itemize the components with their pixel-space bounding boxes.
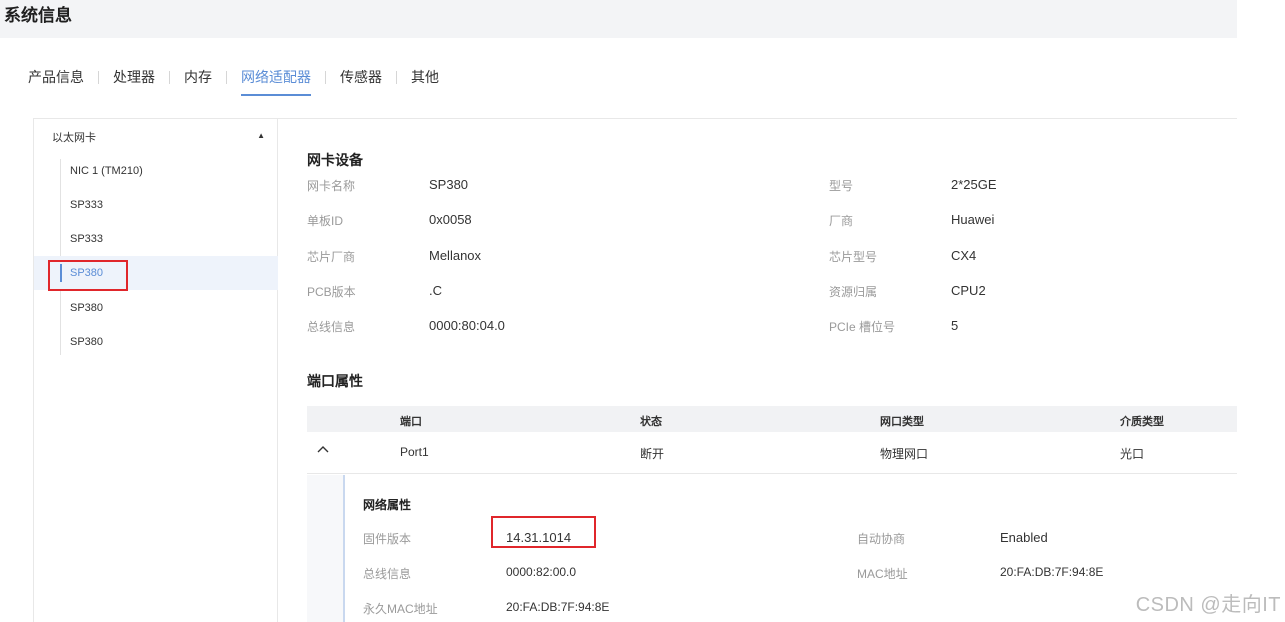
- field-value: 5: [951, 318, 959, 333]
- tab-processor[interactable]: 处理器: [113, 68, 155, 96]
- tree-item-sp333-2[interactable]: SP333: [34, 222, 278, 256]
- watermark: CSDN @走向IT: [1135, 594, 1281, 616]
- field-value: 2*25GE: [951, 177, 997, 192]
- column-header-status: 状态: [640, 416, 662, 428]
- tab-divider: [325, 71, 326, 84]
- highlight-box-selected-item: [48, 260, 128, 291]
- field-label: PCIe 槽位号: [829, 320, 896, 334]
- port-table-header: 端口 状态 网口类型 介质类型: [307, 406, 1237, 432]
- nic-tree-panel: 以太网卡 ▲ NIC 1 (TM210) SP333 SP333 SP380 S…: [33, 118, 278, 622]
- field-label: 厂商: [829, 214, 854, 228]
- port-detail-panel: [307, 475, 1237, 622]
- field-value: SP380: [429, 177, 469, 192]
- cell-port: Port1: [400, 445, 429, 459]
- field-label: 自动协商: [857, 532, 906, 546]
- field-label: 芯片厂商: [307, 250, 356, 264]
- field-label: 型号: [829, 179, 854, 193]
- field-label: 芯片型号: [829, 250, 878, 264]
- cell-type: 物理网口: [880, 447, 929, 461]
- caret-up-icon[interactable]: ▲: [257, 131, 265, 140]
- field-label: 总线信息: [307, 320, 356, 334]
- detail-content: [345, 475, 1237, 622]
- field-value: 20:FA:DB:7F:94:8E: [506, 600, 610, 614]
- tree-item-sp380-2[interactable]: SP380: [34, 291, 278, 325]
- network-props-title: 网络属性: [363, 498, 412, 512]
- page-title: 系统信息: [4, 6, 72, 25]
- field-value: Enabled: [1000, 530, 1048, 545]
- tree-item-sp380-3[interactable]: SP380: [34, 325, 278, 359]
- field-label: 固件版本: [363, 532, 412, 546]
- tree-group-label[interactable]: 以太网卡: [52, 129, 96, 145]
- tab-divider: [98, 71, 99, 84]
- field-value: CPU2: [951, 283, 986, 298]
- port-section-title: 端口属性: [307, 373, 363, 389]
- field-label: 总线信息: [363, 567, 412, 581]
- tab-network-adapter[interactable]: 网络适配器: [241, 68, 311, 96]
- field-label: PCB版本: [307, 285, 356, 299]
- field-label: MAC地址: [857, 567, 908, 581]
- field-value: .C: [429, 283, 442, 298]
- field-value: Mellanox: [429, 248, 482, 263]
- cell-medium: 光口: [1120, 447, 1145, 461]
- field-value: 20:FA:DB:7F:94:8E: [1000, 565, 1104, 579]
- field-value: 0000:82:00.0: [506, 565, 577, 579]
- tab-sensor[interactable]: 传感器: [340, 68, 382, 96]
- column-header-type: 网口类型: [880, 416, 924, 428]
- cell-status: 断开: [640, 447, 665, 461]
- panel-divider: [278, 118, 1237, 119]
- tab-divider: [226, 71, 227, 84]
- field-label: 网卡名称: [307, 179, 356, 193]
- tree-item-nic1[interactable]: NIC 1 (TM210): [34, 154, 278, 188]
- column-header-medium: 介质类型: [1120, 416, 1164, 428]
- header-band: [0, 0, 1237, 38]
- field-value: 0x0058: [429, 212, 472, 227]
- tab-other[interactable]: 其他: [411, 68, 439, 96]
- tab-divider: [169, 71, 170, 84]
- nic-section-title: 网卡设备: [307, 152, 363, 168]
- tab-bar: 产品信息 处理器 内存 网络适配器 传感器 其他: [28, 68, 439, 96]
- tab-divider: [396, 71, 397, 84]
- highlight-box-firmware: [491, 516, 596, 548]
- tab-product-info[interactable]: 产品信息: [28, 68, 84, 96]
- column-header-port: 端口: [400, 416, 422, 428]
- field-value: CX4: [951, 248, 977, 263]
- field-label: 资源归属: [829, 285, 878, 299]
- table-row[interactable]: Port1 断开 物理网口 光口: [307, 432, 1237, 474]
- field-value: Huawei: [951, 212, 995, 227]
- field-label: 单板ID: [307, 214, 344, 228]
- tree-item-sp333-1[interactable]: SP333: [34, 188, 278, 222]
- tab-memory[interactable]: 内存: [184, 68, 212, 96]
- field-label: 永久MAC地址: [363, 602, 438, 616]
- chevron-up-icon[interactable]: [317, 444, 329, 457]
- field-value: 0000:80:04.0: [429, 318, 505, 333]
